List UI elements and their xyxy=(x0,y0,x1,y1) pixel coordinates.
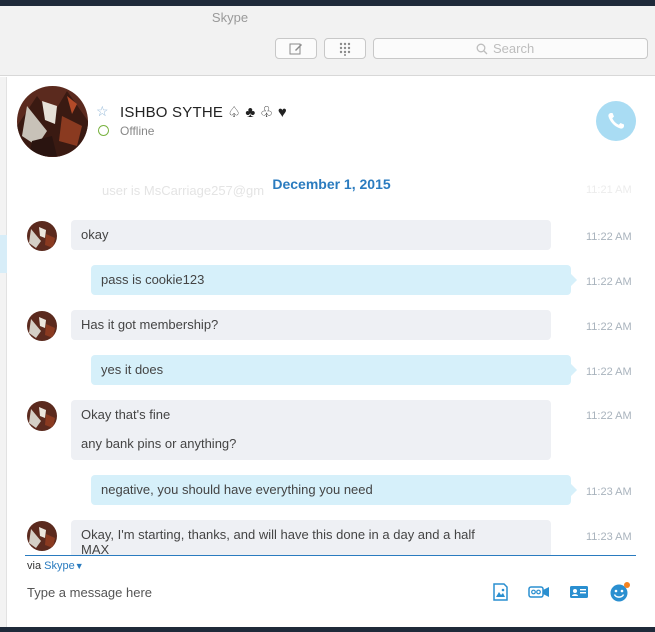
message-text: any bank pins or anything? xyxy=(81,436,237,451)
via-text: via xyxy=(27,560,42,572)
favorite-star-icon[interactable]: ☆ xyxy=(96,103,109,120)
sender-avatar[interactable] xyxy=(27,221,57,251)
via-label: via Skype▼ xyxy=(27,560,84,572)
message-text: okay xyxy=(81,227,109,242)
message-text: Okay, I'm starting, thanks, and will hav… xyxy=(81,527,475,542)
video-message-icon xyxy=(528,586,549,598)
message-text: yes it does xyxy=(101,362,164,377)
call-button[interactable] xyxy=(596,101,636,141)
search-input[interactable] xyxy=(493,41,545,56)
message-text: Okay that's fine xyxy=(81,407,171,422)
message-bubble-outgoing[interactable]: yes it does xyxy=(91,355,577,385)
left-sidebar-edge xyxy=(0,77,7,632)
smiley-icon xyxy=(610,582,630,602)
message-time: 11:23 AM xyxy=(586,531,632,543)
message-time: 11:22 AM xyxy=(586,276,632,288)
message-bubble-incoming[interactable]: Okay, I'm starting, thanks, and will hav… xyxy=(71,520,551,555)
message-bubble-incoming[interactable]: okay xyxy=(71,220,551,250)
message-text: MAX xyxy=(81,542,110,555)
search-icon xyxy=(476,43,488,54)
message-bubble-outgoing[interactable]: pass is cookie123 xyxy=(91,265,577,295)
phone-icon xyxy=(608,113,624,129)
search-box[interactable] xyxy=(373,38,648,59)
sender-avatar[interactable] xyxy=(27,311,57,341)
message-time: 11:22 AM xyxy=(586,231,632,243)
contact-avatar[interactable] xyxy=(17,86,88,157)
new-conversation-button[interactable] xyxy=(275,38,317,59)
dial-pad-icon xyxy=(339,42,351,56)
send-image-icon xyxy=(493,583,508,601)
chevron-down-icon[interactable]: ▼ xyxy=(75,561,84,571)
emoticons-button[interactable] xyxy=(609,582,631,602)
message-time: 11:23 AM xyxy=(586,486,632,498)
composer-divider xyxy=(25,555,636,556)
selected-conversation-indicator xyxy=(0,235,7,273)
message-time: 11:22 AM xyxy=(586,410,632,422)
message-bubble-incoming[interactable]: Has it got membership? xyxy=(71,310,551,340)
send-contacts-button[interactable] xyxy=(568,582,590,602)
dial-pad-button[interactable] xyxy=(324,38,366,59)
message-text: Has it got membership? xyxy=(81,317,219,332)
contact-header: ☆ ISHBO SYTHE ♤ ♣ ♧ ♥ Offline xyxy=(8,77,655,167)
notification-dot xyxy=(624,582,630,588)
message-bubble-outgoing[interactable]: negative, you should have everything you… xyxy=(91,475,577,505)
message-text: pass is cookie123 xyxy=(101,272,205,287)
message-input[interactable] xyxy=(27,582,467,602)
video-message-button[interactable] xyxy=(528,582,550,602)
message-composer: via Skype▼ xyxy=(8,555,655,632)
message-time: 11:22 AM xyxy=(586,366,632,378)
message-time: 11:22 AM xyxy=(586,321,632,333)
date-separator: December 1, 2015 xyxy=(272,176,391,192)
send-file-button[interactable] xyxy=(489,582,511,602)
offline-status-icon xyxy=(98,125,109,136)
via-skype-link[interactable]: Skype xyxy=(44,560,75,572)
window-bottom-edge xyxy=(0,627,655,632)
toolbar: Skype xyxy=(0,6,655,76)
contact-card-icon xyxy=(570,586,588,598)
app-title: Skype xyxy=(211,10,249,25)
contact-status: Offline xyxy=(120,124,155,138)
conversation-history[interactable]: user is MsCarriage257@gm 11:21 AM Decemb… xyxy=(8,167,655,555)
message-bubble-incoming[interactable]: Okay that's fine any bank pins or anythi… xyxy=(71,400,551,460)
compose-icon xyxy=(289,43,302,55)
message-text: negative, you should have everything you… xyxy=(101,482,373,497)
sender-avatar[interactable] xyxy=(27,401,57,431)
contact-name: ISHBO SYTHE ♤ ♣ ♧ ♥ xyxy=(120,104,287,121)
sender-avatar[interactable] xyxy=(27,521,57,551)
